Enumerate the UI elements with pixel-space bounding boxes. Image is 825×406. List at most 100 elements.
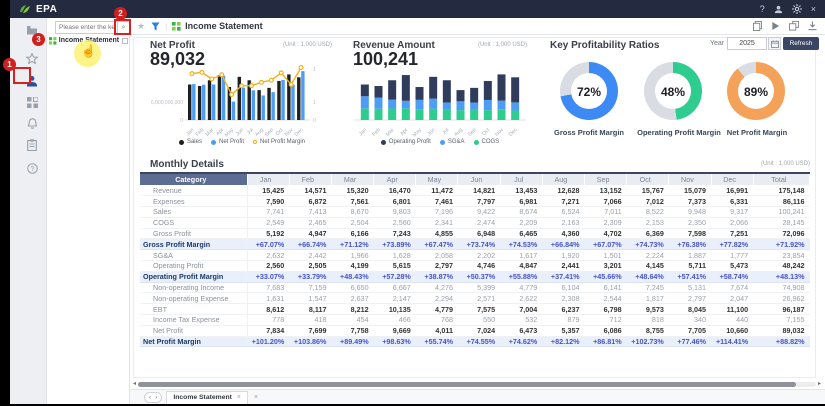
table-cell: 7,155 xyxy=(753,315,809,326)
table-cell: +101.20% xyxy=(247,336,289,347)
ratios-title: Key Profitability Ratios xyxy=(550,40,659,51)
scrollbar-thumb[interactable] xyxy=(138,382,796,387)
table-cell: 454 xyxy=(331,315,373,326)
column-header: Jun xyxy=(458,173,500,185)
revenue-chart: JanFebMarAprMayJunJulAugSepOctNovDec xyxy=(348,58,530,143)
tab-close-icon[interactable]: × xyxy=(237,394,241,401)
scroll-left-icon[interactable]: ◂ xyxy=(133,381,136,388)
table-row-label: Sales xyxy=(140,207,247,218)
user-icon[interactable] xyxy=(774,5,783,14)
table-cell: 2,474 xyxy=(458,217,500,228)
table-cell: 7,245 xyxy=(627,282,669,293)
table-cell: 2,209 xyxy=(500,217,542,228)
scrollbar-track[interactable] xyxy=(138,382,816,387)
search-input[interactable] xyxy=(55,21,117,34)
donut-label: Gross Profit Margin xyxy=(544,128,634,137)
svg-text:Sep: Sep xyxy=(467,127,478,138)
help-icon[interactable]: ? xyxy=(760,4,765,14)
table-cell: 7,461 xyxy=(416,196,458,207)
table-cell: +57.28% xyxy=(374,271,416,282)
tree-item-box-icon[interactable] xyxy=(122,38,128,44)
table-cell: 100,241 xyxy=(753,207,809,218)
svg-text:Jun: Jun xyxy=(235,127,245,137)
year-input[interactable] xyxy=(727,37,767,50)
table-cell: 8,045 xyxy=(669,304,711,315)
copy-icon[interactable] xyxy=(753,21,762,31)
tab-income-statement[interactable]: Income Statement × xyxy=(166,391,248,404)
monthly-details-unit: (Unit : 1,000 USD) xyxy=(730,161,810,167)
table-header: CategoryJanFebMarAprMayJunJulAugSepOctNo… xyxy=(140,173,810,185)
table-cell: 550 xyxy=(458,315,500,326)
calendar-icon[interactable] xyxy=(768,37,781,50)
download-icon[interactable] xyxy=(808,21,817,31)
table-cell: 7,251 xyxy=(711,228,753,239)
table-cell: 778 xyxy=(247,315,289,326)
table-row-label: Revenue xyxy=(140,185,247,196)
help-circle-icon[interactable]: ? xyxy=(23,161,41,176)
legend-label: SG&A xyxy=(448,139,465,145)
svg-text:6,000,000,000: 6,000,000,000 xyxy=(151,100,183,106)
legend-label: Operating Profit xyxy=(389,139,431,145)
favorite-star-icon[interactable]: ★ xyxy=(137,21,145,32)
table-cell: 2,560 xyxy=(247,261,289,272)
gear-icon[interactable] xyxy=(792,4,802,14)
table-cell: +67.07% xyxy=(584,239,626,250)
svg-text:Apr: Apr xyxy=(215,127,225,137)
play-icon[interactable] xyxy=(771,21,780,31)
svg-text:0: 0 xyxy=(180,118,183,124)
table-cell: +45.66% xyxy=(584,271,626,282)
horizontal-scrollbar[interactable]: ◂ ▸ xyxy=(133,381,821,388)
clipboard-icon[interactable] xyxy=(23,137,41,152)
revenue-legend: Operating Profit SG&A COGS xyxy=(355,139,525,145)
table-cell: 7,561 xyxy=(331,196,373,207)
tab-next-icon[interactable]: › xyxy=(155,394,157,401)
table-cell: 7,834 xyxy=(247,325,289,336)
export-window-icon[interactable] xyxy=(789,21,799,31)
tab-close-icon[interactable]: × xyxy=(254,394,258,401)
tab-nav-buttons[interactable]: ‹ › xyxy=(144,392,162,403)
tab-prev-icon[interactable]: ‹ xyxy=(149,394,151,401)
close-icon[interactable]: × xyxy=(811,4,816,14)
table-cell: +48.43% xyxy=(331,271,373,282)
refresh-button[interactable]: Refresh xyxy=(783,37,819,50)
table-row-label: Expenses xyxy=(140,196,247,207)
bell-icon[interactable] xyxy=(23,116,41,131)
star-icon[interactable] xyxy=(23,51,41,66)
table-cell: +74.62% xyxy=(500,336,542,347)
table-cell: 7,159 xyxy=(289,282,331,293)
table-row-label: Net Profit Margin xyxy=(140,336,247,347)
column-header: Dec xyxy=(711,173,753,185)
table-cell: 1,547 xyxy=(289,293,331,304)
table-cell: 8,670 xyxy=(331,207,373,218)
table-cell: 6,948 xyxy=(458,228,500,239)
svg-text:Oct: Oct xyxy=(275,127,285,137)
filter-icon[interactable] xyxy=(151,22,160,31)
table-row: Gross Profit Margin+67.07%+66.74%+71.12%… xyxy=(140,239,810,250)
table-cell: 11,100 xyxy=(711,304,753,315)
table-cell: +66.74% xyxy=(289,239,331,250)
table-cell: +74.53% xyxy=(500,239,542,250)
monthly-details-title: Monthly Details xyxy=(150,159,224,170)
column-header: Sep xyxy=(584,173,626,185)
svg-text:?: ? xyxy=(30,166,34,173)
table-cell: 1,887 xyxy=(669,250,711,261)
table-cell: 440 xyxy=(711,315,753,326)
table-cell: 2,637 xyxy=(331,293,373,304)
legend-label: COGS xyxy=(482,139,500,145)
table-cell: 14,571 xyxy=(289,185,331,196)
table-cell: 340 xyxy=(669,315,711,326)
legend-item: COGS xyxy=(474,139,500,145)
table-cell: 72,096 xyxy=(753,228,809,239)
table-cell: 6,981 xyxy=(500,196,542,207)
table-cell: 6,801 xyxy=(374,196,416,207)
table-row: Net Profit7,8347,6997,7589,6694,0117,024… xyxy=(140,325,810,336)
table-row-label: Gross Profit xyxy=(140,228,247,239)
app-window: EPA ? × xyxy=(10,0,825,404)
svg-text:Aug: Aug xyxy=(453,127,464,138)
table-cell: 7,011 xyxy=(584,207,626,218)
dashboard-icon[interactable] xyxy=(23,95,41,110)
net-profit-legend: SalesNet ProfitNet Profit Margin xyxy=(148,139,336,145)
scroll-right-icon[interactable]: ▸ xyxy=(818,381,821,388)
table-cell: 4,779 xyxy=(500,282,542,293)
table-cell: 8,674 xyxy=(500,207,542,218)
